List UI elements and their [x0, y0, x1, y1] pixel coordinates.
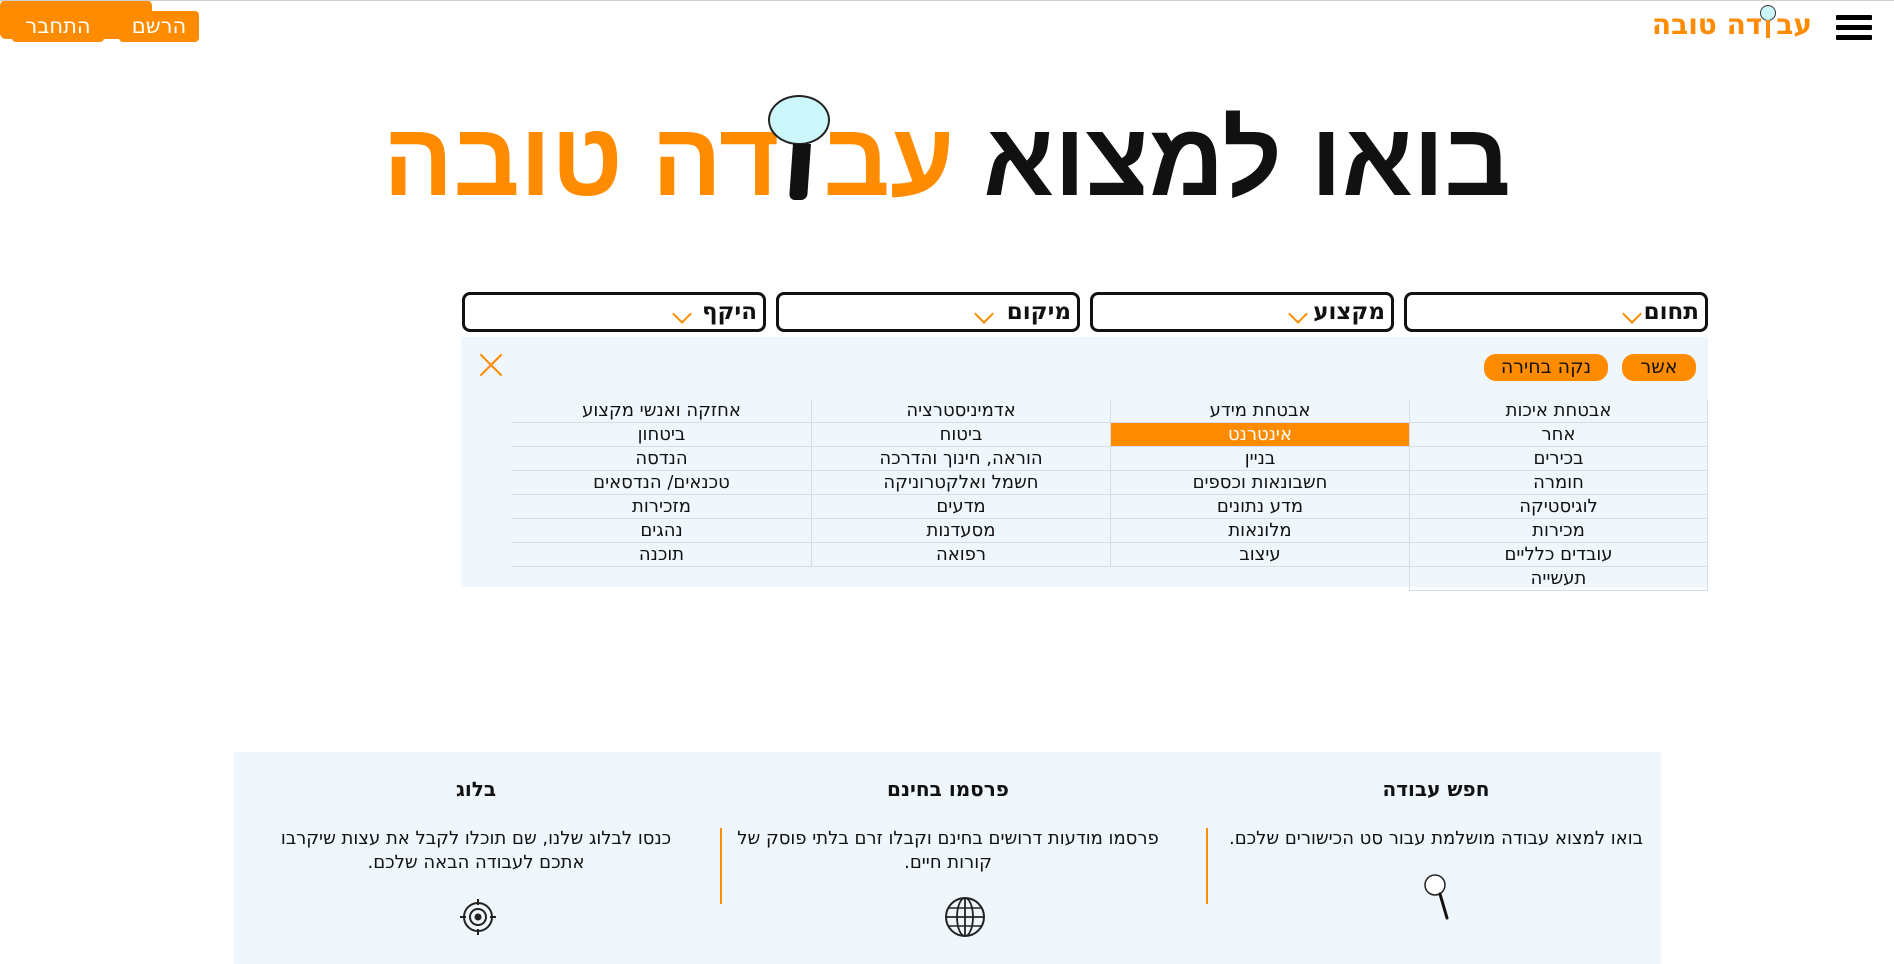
- logo-text-start: עב: [1776, 8, 1812, 41]
- divider: [1206, 828, 1208, 904]
- feature-blog: בלוג כנסו לבלוג שלנו, שם תוכלו לקבל את ע…: [251, 752, 701, 875]
- option-item[interactable]: מלונאות: [1111, 519, 1409, 543]
- hero-title: בואו למצוא עב דה טובה: [0, 95, 1894, 225]
- option-item[interactable]: מסעדנות: [812, 519, 1110, 543]
- chevron-down-icon: [1288, 304, 1308, 324]
- option-item[interactable]: מדעים: [812, 495, 1110, 519]
- chevron-down-icon: [672, 304, 692, 324]
- option-item[interactable]: חשמל ואלקטרוניקה: [812, 471, 1110, 495]
- hero-text-black: בואו למצוא: [983, 102, 1511, 218]
- option-item[interactable]: מדע נתונים: [1111, 495, 1409, 519]
- hero-text-orange-start: עב: [823, 102, 955, 218]
- login-button[interactable]: התחבר: [12, 11, 104, 42]
- option-item[interactable]: לוגיסטיקה: [1410, 495, 1707, 519]
- option-item[interactable]: חשבונאות וכספים: [1111, 471, 1409, 495]
- hero-text-orange-end: דה טובה: [383, 102, 780, 218]
- chevron-down-icon: [1622, 304, 1642, 324]
- option-item[interactable]: הנדסה: [512, 447, 811, 471]
- logo-text-end: דה טובה: [1651, 8, 1763, 41]
- globe-icon: [945, 897, 985, 937]
- option-item[interactable]: אבטחת מידע: [1111, 399, 1409, 423]
- option-item[interactable]: ביטוח: [812, 423, 1110, 447]
- field-dropdown[interactable]: תחום: [1404, 292, 1708, 332]
- option-item[interactable]: עיצוב: [1111, 543, 1409, 567]
- options-column: אבטחת איכות אחר בכירים חומרה לוגיסטיקה מכירות…: [1409, 399, 1708, 591]
- feature-text: כנסו לבלוג שלנו, שם תוכלו לקבל את עצות ש…: [280, 828, 672, 873]
- feature-find-job: חפש עבודה בואו למצוא עבודה מושלמת עבור ס…: [1211, 752, 1661, 851]
- option-item[interactable]: בכירים: [1410, 447, 1707, 471]
- field-options-panel: אשר נקה בחירה אבטחת איכות אחר בכירים חומרה ל…: [461, 337, 1708, 591]
- magnifier-icon: [1424, 874, 1449, 920]
- site-logo[interactable]: עב דה טובה: [1651, 5, 1812, 43]
- field-dropdown-label: תחום: [1643, 299, 1699, 325]
- scope-dropdown[interactable]: היקף: [462, 292, 766, 332]
- option-item[interactable]: תעשייה: [1410, 567, 1707, 591]
- location-dropdown-label: מיקום: [1006, 299, 1071, 325]
- option-item[interactable]: טכנאים/ הנדסאים: [512, 471, 811, 495]
- magnifier-icon: [768, 95, 831, 205]
- feature-text: בואו למצוא עבודה מושלמת עבור סט הכישורים…: [1228, 828, 1644, 849]
- option-item[interactable]: מזכירות: [512, 495, 811, 519]
- option-item[interactable]: נהגים: [512, 519, 811, 543]
- option-item[interactable]: אבטחת איכות: [1410, 399, 1707, 423]
- option-item[interactable]: תוכנה: [512, 543, 811, 567]
- chevron-down-icon: [974, 304, 994, 324]
- magnifier-icon: [1760, 5, 1777, 38]
- close-icon[interactable]: [478, 352, 504, 378]
- option-item[interactable]: בניין: [1111, 447, 1409, 471]
- option-item[interactable]: אחזקה ואנשי מקצוע: [512, 399, 811, 423]
- scope-dropdown-label: היקף: [701, 299, 757, 325]
- target-icon: [460, 899, 496, 935]
- options-column: אחזקה ואנשי מקצוע ביטחון הנדסה טכנאים/ הנדס…: [512, 399, 811, 567]
- option-item[interactable]: ביטחון: [512, 423, 811, 447]
- clear-selection-button[interactable]: נקה בחירה: [1484, 354, 1608, 381]
- option-item[interactable]: אינטרנט: [1111, 423, 1409, 447]
- feature-post-free: פרסמו בחינם פרסמו מודעות דרושים בחינם וק…: [723, 752, 1173, 875]
- confirm-button[interactable]: אשר: [1622, 354, 1696, 381]
- location-dropdown[interactable]: מיקום: [776, 292, 1080, 332]
- option-item[interactable]: אחר: [1410, 423, 1707, 447]
- features-section: חפש עבודה בואו למצוא עבודה מושלמת עבור ס…: [234, 752, 1661, 964]
- top-bar: התחבר הרשם עב דה טובה: [0, 0, 1894, 48]
- option-item[interactable]: אדמיניסטרציה: [812, 399, 1110, 423]
- options-column: אדמיניסטרציה ביטוח הוראה, חינוך והדרכה חשמל…: [811, 399, 1110, 567]
- option-item[interactable]: הוראה, חינוך והדרכה: [812, 447, 1110, 471]
- profession-dropdown-label: מקצוע: [1313, 299, 1385, 325]
- option-item[interactable]: מכירות: [1410, 519, 1707, 543]
- feature-title: חפש עבודה: [1382, 777, 1490, 801]
- register-button[interactable]: הרשם: [119, 11, 199, 42]
- option-item[interactable]: חומרה: [1410, 471, 1707, 495]
- option-item[interactable]: עובדים כלליים: [1410, 543, 1707, 567]
- hamburger-icon[interactable]: [1836, 15, 1872, 41]
- feature-text: פרסמו מודעות דרושים בחינם וקבלו זרם בלתי…: [737, 828, 1159, 873]
- option-item[interactable]: רפואה: [812, 543, 1110, 567]
- profession-dropdown[interactable]: מקצוע: [1090, 292, 1394, 332]
- feature-title: פרסמו בחינם: [887, 777, 1009, 801]
- feature-title: בלוג: [455, 777, 497, 801]
- divider: [720, 828, 722, 904]
- options-column: אבטחת מידע אינטרנט בניין חשבונאות וכספים מדע…: [1110, 399, 1409, 567]
